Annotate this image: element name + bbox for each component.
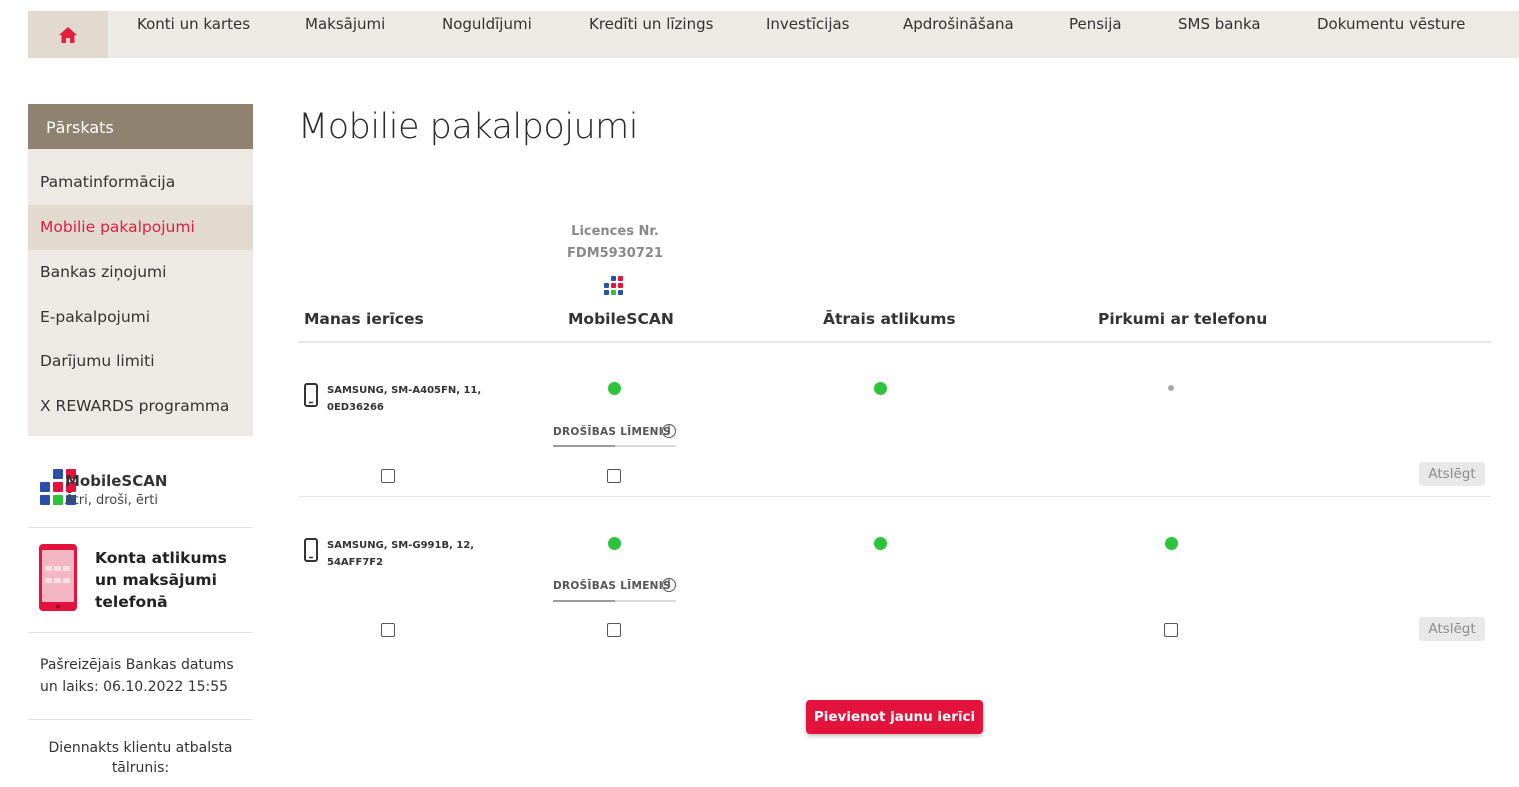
nav-item-insurance[interactable]: Apdrošināšana: [903, 15, 1014, 33]
column-header-mobilescan: MobileSCAN: [568, 310, 674, 328]
row-divider: [298, 496, 1491, 497]
nav-item-accounts[interactable]: Konti un kartes: [137, 15, 250, 33]
device-select-checkbox[interactable]: [381, 623, 395, 637]
mobilescan-subtitle: Ātri, droši, ērti: [65, 493, 158, 508]
smartphone-icon: [304, 538, 318, 562]
mobilescan-status-active: [608, 382, 621, 395]
mobilescan-checkbox[interactable]: [607, 469, 621, 483]
info-icon[interactable]: i: [662, 578, 676, 592]
nav-item-document-history[interactable]: Dokumentu vēsture: [1317, 15, 1465, 33]
table-header-divider: [298, 341, 1491, 343]
column-header-quick-balance: Ātrais atlikums: [823, 310, 956, 328]
mobilescan-title[interactable]: MobileSCAN: [65, 472, 167, 490]
sidebar-item-e-services[interactable]: E-pakalpojumi: [28, 295, 253, 340]
phone-promo-icon: [39, 544, 77, 611]
nav-item-investments[interactable]: Investīcijas: [766, 15, 850, 33]
license-number: FDM5930721: [567, 246, 663, 261]
sidebar-header[interactable]: Pārskats: [28, 104, 253, 149]
security-level-label: DROŠĪBAS LĪMENIS: [553, 426, 671, 438]
column-header-my-devices: Manas ierīces: [304, 310, 424, 328]
security-level-bar: [553, 600, 676, 602]
sidebar-menu: Pamatinformācija Mobilie pakalpojumi Ban…: [28, 149, 253, 436]
disconnect-button[interactable]: Atslēgt: [1419, 462, 1485, 486]
phone-purchases-status-inactive: [1168, 385, 1174, 391]
phone-purchases-checkbox[interactable]: [1164, 623, 1178, 637]
sidebar-item-transaction-limits[interactable]: Darījumu limiti: [28, 339, 253, 384]
column-header-phone-purchases: Pirkumi ar telefonu: [1098, 310, 1268, 328]
mobilescan-checkbox[interactable]: [607, 623, 621, 637]
balance-promo-title[interactable]: Konta atlikums un maksājumi telefonā: [95, 547, 245, 613]
disconnect-button[interactable]: Atslēgt: [1419, 617, 1485, 641]
nav-item-pension[interactable]: Pensija: [1069, 15, 1122, 33]
device-select-checkbox[interactable]: [381, 469, 395, 483]
security-level-bar: [553, 445, 676, 447]
nav-item-sms-bank[interactable]: SMS banka: [1178, 15, 1261, 33]
support-phone-label: Diennakts klientu atbalsta tālrunis:: [48, 740, 233, 776]
nav-item-deposits[interactable]: Noguldījumi: [442, 15, 532, 33]
quick-balance-status-active: [874, 382, 887, 395]
sidebar-item-basic-info[interactable]: Pamatinformācija: [28, 160, 253, 205]
bank-date-text: Pašreizējais Bankas datums un laiks: 06.…: [40, 657, 234, 695]
sidebar-item-mobile-services[interactable]: Mobilie pakalpojumi: [28, 205, 253, 250]
add-new-device-button[interactable]: Pievienot jaunu ierīci: [806, 700, 983, 734]
smartphone-icon: [304, 383, 318, 407]
device-name: SAMSUNG, SM-G991B, 12, 54AFF7F2: [327, 540, 475, 568]
home-button[interactable]: [28, 11, 108, 58]
sidebar-item-bank-messages[interactable]: Bankas ziņojumi: [28, 250, 253, 295]
device-name: SAMSUNG, SM-A405FN, 11, 0ED36266: [327, 385, 482, 413]
nav-item-payments[interactable]: Maksājumi: [305, 15, 385, 33]
license-label: Licences Nr.: [571, 224, 659, 239]
phone-purchases-status-active: [1165, 537, 1178, 550]
security-level-label: DROŠĪBAS LĪMENIS: [553, 580, 671, 592]
home-icon: [59, 26, 77, 43]
mobilescan-status-active: [608, 537, 621, 550]
nav-item-loans[interactable]: Kredīti un līzings: [589, 15, 713, 33]
page-title: Mobilie pakalpojumi: [298, 107, 639, 147]
sidebar-item-x-rewards[interactable]: X REWARDS programma: [28, 384, 253, 429]
quick-balance-status-active: [874, 537, 887, 550]
mobilescan-column-icon: [604, 276, 623, 295]
info-icon[interactable]: i: [662, 424, 676, 438]
